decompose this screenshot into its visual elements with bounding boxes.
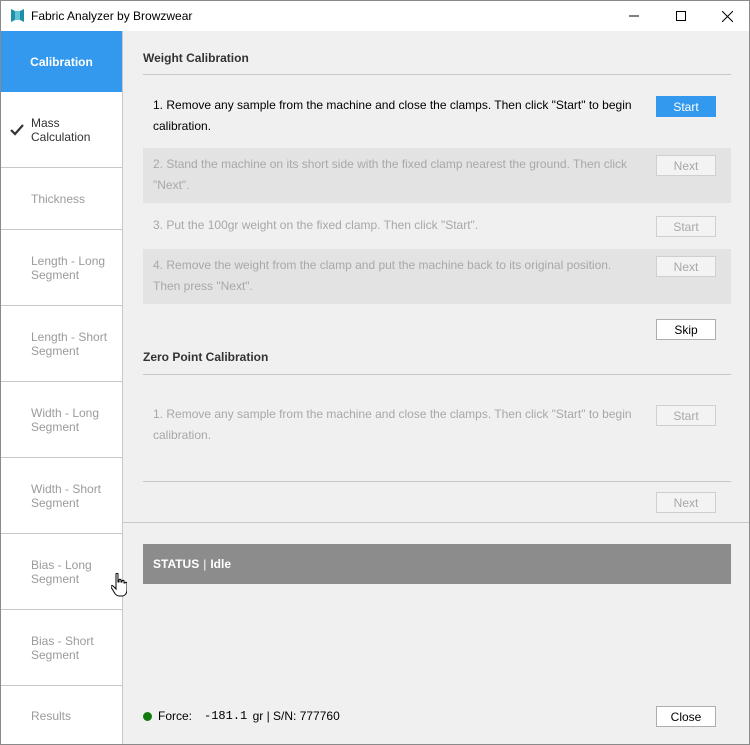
- force-label: Force:: [158, 709, 193, 723]
- sidebar-item-label: Width - Long Segment: [31, 405, 100, 434]
- force-unit-serial: gr | S/N: 777760: [252, 709, 340, 723]
- sidebar-item-label: Length - Long Segment: [31, 253, 106, 282]
- step-text: Put the 100gr weight on the fixed clamp.…: [166, 218, 479, 232]
- step-number: 1.: [153, 98, 164, 112]
- fabric-analyzer-logo-icon: [11, 9, 24, 22]
- skip-button[interactable]: Skip: [656, 319, 716, 340]
- window-title: Fabric Analyzer by Browzwear: [31, 9, 193, 23]
- force-value: -181.1: [204, 709, 248, 723]
- step-number: 1.: [153, 407, 164, 421]
- status-value: Idle: [210, 557, 232, 571]
- maximize-button[interactable]: [658, 1, 704, 31]
- next-button[interactable]: Next: [656, 492, 716, 513]
- weight-step-4-next-button[interactable]: Next: [656, 256, 716, 277]
- hand-cursor-icon: [111, 573, 127, 597]
- sidebar-item-length-long-segment[interactable]: Length - Long Segment: [1, 230, 122, 306]
- app-window: Fabric Analyzer by Browzwear Calibration…: [0, 0, 750, 745]
- section-divider: [143, 374, 731, 375]
- status-divider: [123, 522, 749, 523]
- weight-step-2: 2. Stand the machine on its short side w…: [143, 148, 731, 203]
- sidebar-item-results[interactable]: Results: [1, 686, 122, 744]
- main-panel: Weight Calibration 1. Remove any sample …: [123, 31, 749, 744]
- step-text: Remove the weight from the clamp and put…: [153, 258, 612, 293]
- sidebar-item-bias-short-segment[interactable]: Bias - Short Segment: [1, 610, 122, 686]
- status-label: STATUS: [153, 557, 200, 571]
- sidebar-item-label: Calibration: [30, 54, 93, 69]
- section-divider: [143, 74, 731, 75]
- step-number: 2.: [153, 157, 164, 171]
- checkmark-icon: [10, 123, 24, 136]
- sidebar-item-label: Length - Short Segment: [31, 329, 108, 358]
- sidebar-item-width-short-segment[interactable]: Width - Short Segment: [1, 458, 122, 534]
- sidebar-item-mass-calculation[interactable]: Mass Calculation: [1, 92, 122, 168]
- sidebar-item-label: Thickness: [31, 191, 86, 206]
- maximize-icon: [676, 11, 686, 21]
- step-text: Stand the machine on its short side with…: [153, 157, 628, 192]
- step-text: Remove any sample from the machine and c…: [153, 98, 632, 133]
- step-number: 3.: [153, 218, 164, 232]
- sidebar-item-label: Bias - Short Segment: [31, 633, 94, 662]
- weight-step-4: 4. Remove the weight from the clamp and …: [143, 249, 731, 304]
- sidebar-item-label: Bias - Long Segment: [31, 557, 92, 586]
- zero-point-step-1: 1. Remove any sample from the machine an…: [143, 398, 731, 453]
- sidebar-item-length-short-segment[interactable]: Length - Short Segment: [1, 306, 122, 382]
- weight-step-1: 1. Remove any sample from the machine an…: [143, 89, 731, 144]
- status-separator: |: [203, 557, 207, 571]
- close-window-button[interactable]: [704, 1, 749, 31]
- connection-led-icon: [143, 711, 152, 721]
- footer-readout: Force: -181.1 gr | S/N: 777760: [143, 708, 340, 724]
- sidebar-item-label: Width - Short Segment: [31, 481, 102, 510]
- sidebar-item-label: Results: [31, 708, 72, 723]
- sidebar-item-calibration[interactable]: Calibration: [1, 31, 122, 92]
- status-bar: STATUS | Idle: [143, 544, 731, 584]
- sidebar-item-thickness[interactable]: Thickness: [1, 168, 122, 230]
- title-bar[interactable]: Fabric Analyzer by Browzwear: [1, 1, 749, 31]
- minimize-icon: [629, 15, 639, 17]
- sidebar-item-label: Mass Calculation: [31, 115, 91, 144]
- weight-calibration-title: Weight Calibration: [143, 51, 249, 65]
- close-icon: [721, 10, 733, 22]
- zero-point-start-button[interactable]: Start: [656, 405, 716, 426]
- section-divider: [143, 481, 731, 482]
- sidebar-item-width-long-segment[interactable]: Width - Long Segment: [1, 382, 122, 458]
- weight-step-3-start-button[interactable]: Start: [656, 216, 716, 237]
- sidebar-item-bias-long-segment[interactable]: Bias - Long Segment: [1, 534, 122, 610]
- weight-step-2-next-button[interactable]: Next: [656, 155, 716, 176]
- zero-point-calibration-title: Zero Point Calibration: [143, 350, 269, 364]
- step-text: Remove any sample from the machine and c…: [153, 407, 632, 442]
- close-button[interactable]: Close: [656, 706, 716, 727]
- minimize-button[interactable]: [611, 1, 657, 31]
- step-number: 4.: [153, 258, 164, 272]
- weight-step-1-start-button[interactable]: Start: [656, 96, 716, 117]
- weight-step-3: 3. Put the 100gr weight on the fixed cla…: [143, 209, 731, 249]
- sidebar: Calibration Mass Calculation Thickness L…: [1, 31, 123, 744]
